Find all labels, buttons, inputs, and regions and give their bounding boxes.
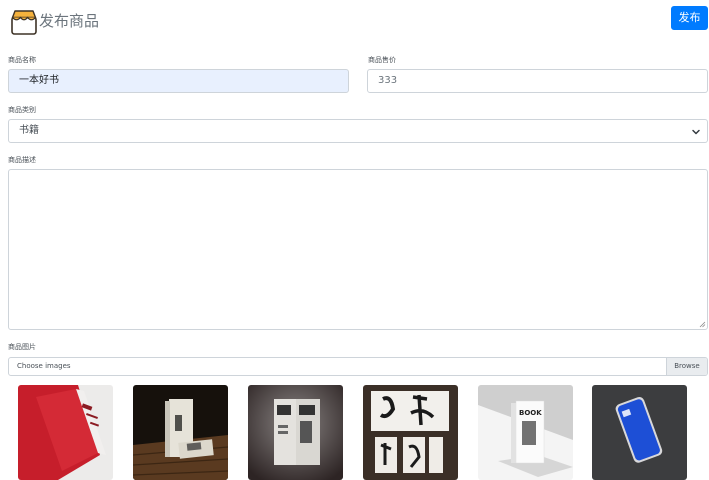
thumbnail-image[interactable] — [18, 385, 113, 480]
shop-icon — [11, 10, 37, 35]
name-input[interactable]: 一本好书 — [8, 69, 349, 93]
thumbnail-image[interactable] — [363, 385, 458, 480]
price-label: 商品售价 — [368, 56, 396, 64]
category-selected-value: 书籍 — [19, 125, 39, 136]
thumbnail-image[interactable]: BOOK — [478, 385, 573, 480]
thumbnail-image[interactable] — [248, 385, 343, 480]
svg-text:BOOK: BOOK — [519, 409, 542, 417]
image-file-input[interactable]: Choose images Browse — [8, 357, 708, 376]
price-input[interactable]: 333 — [367, 69, 708, 93]
description-textarea[interactable] — [8, 169, 708, 330]
thumbnail-image[interactable] — [133, 385, 228, 480]
page-title: 发布商品 — [39, 12, 100, 30]
description-label: 商品描述 — [8, 156, 36, 164]
file-placeholder: Choose images — [17, 362, 71, 370]
thumbnail-image[interactable] — [592, 385, 687, 480]
thumbnail-strip: BOOK — [18, 385, 698, 480]
chevron-down-icon — [692, 129, 700, 135]
browse-button[interactable]: Browse — [666, 358, 707, 375]
category-label: 商品类别 — [8, 106, 36, 114]
images-label: 商品图片 — [8, 343, 36, 351]
name-label: 商品名称 — [8, 56, 36, 64]
resize-handle-icon[interactable] — [699, 321, 706, 328]
publish-button[interactable]: 发布 — [671, 6, 708, 30]
category-select[interactable]: 书籍 — [8, 119, 708, 143]
header: 发布商品 发布 — [10, 6, 709, 38]
